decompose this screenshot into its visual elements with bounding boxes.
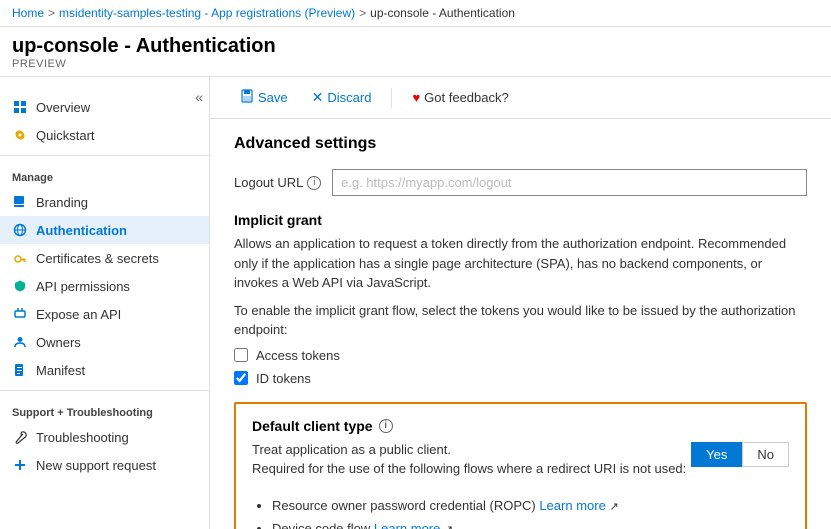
sidebar-certificates-label: Certificates & secrets <box>36 251 159 266</box>
globe-icon <box>12 222 28 238</box>
main-content: Save ✕ Discard ♥ Got feedback? Advanced … <box>210 77 831 529</box>
implicit-grant-desc2: To enable the implicit grant flow, selec… <box>234 301 807 340</box>
sidebar-support-label: Support + Troubleshooting <box>0 397 209 423</box>
sidebar-quickstart-label: Quickstart <box>36 128 95 143</box>
sidebar-item-manifest[interactable]: Manifest <box>0 356 209 384</box>
heart-icon: ♥ <box>412 90 420 105</box>
list-item: Device code flow Learn more ↗ <box>272 519 789 529</box>
ropc-link-icon: ↗ <box>609 501 618 513</box>
feedback-label: Got feedback? <box>424 90 509 105</box>
sidebar-item-new-support[interactable]: New support request <box>0 451 209 479</box>
access-tokens-label[interactable]: Access tokens <box>256 348 340 363</box>
content-area: Advanced settings Logout URL i Implicit … <box>210 119 831 529</box>
toolbar: Save ✕ Discard ♥ Got feedback? <box>210 77 831 119</box>
save-button[interactable]: Save <box>230 85 298 110</box>
access-tokens-row: Access tokens <box>234 348 807 363</box>
sidebar-owners-label: Owners <box>36 335 81 350</box>
dct-main-row: Treat application as a public client. Re… <box>252 442 789 486</box>
save-label: Save <box>258 90 288 105</box>
dct-title: Default client type i <box>252 418 789 434</box>
sidebar-divider-1 <box>0 155 209 156</box>
sidebar-item-branding[interactable]: Branding <box>0 188 209 216</box>
sidebar-item-api-permissions[interactable]: API permissions <box>0 272 209 300</box>
rocket-icon <box>12 127 28 143</box>
sidebar-expose-api-label: Expose an API <box>36 307 121 322</box>
save-icon <box>240 89 254 106</box>
sidebar-item-authentication[interactable]: Authentication <box>0 216 209 244</box>
dct-list: Resource owner password credential (ROPC… <box>252 496 789 529</box>
logout-url-input[interactable] <box>332 169 807 196</box>
grid-icon <box>12 99 28 115</box>
sidebar-collapse-btn[interactable]: « <box>189 87 209 107</box>
plus-icon <box>12 457 28 473</box>
list-item: Resource owner password credential (ROPC… <box>272 496 789 516</box>
sidebar-troubleshooting-label: Troubleshooting <box>36 430 129 445</box>
implicit-grant-title: Implicit grant <box>234 212 807 228</box>
tag-icon <box>12 194 28 210</box>
breadcrumb-app-reg[interactable]: msidentity-samples-testing - App registr… <box>59 6 355 20</box>
sidebar-authentication-label: Authentication <box>36 223 127 238</box>
logout-url-row: Logout URL i <box>234 169 807 196</box>
sidebar-item-owners[interactable]: Owners <box>0 328 209 356</box>
sidebar-api-permissions-label: API permissions <box>36 279 130 294</box>
person-icon <box>12 334 28 350</box>
logout-info-icon[interactable]: i <box>307 176 321 190</box>
device-code-learn-more-link[interactable]: Learn more <box>374 521 440 529</box>
sidebar-overview-label: Overview <box>36 100 90 115</box>
dct-text: Treat application as a public client. Re… <box>252 442 691 486</box>
sidebar-divider-2 <box>0 390 209 391</box>
discard-icon: ✕ <box>312 89 324 106</box>
implicit-grant-section: Implicit grant Allows an application to … <box>234 212 807 386</box>
key-icon <box>12 250 28 266</box>
shield-icon <box>12 278 28 294</box>
toolbar-separator <box>391 88 392 108</box>
sidebar-branding-label: Branding <box>36 195 88 210</box>
sidebar: « Overview Quickstart <box>0 77 210 529</box>
wrench-icon <box>12 429 28 445</box>
feedback-button[interactable]: ♥ Got feedback? <box>402 86 518 109</box>
dct-info-icon[interactable]: i <box>379 419 393 433</box>
advanced-settings-title: Advanced settings <box>234 135 807 153</box>
page-header: up-console - Authentication PREVIEW <box>0 27 831 77</box>
sidebar-manifest-label: Manifest <box>36 363 85 378</box>
implicit-grant-desc1: Allows an application to request a token… <box>234 234 807 293</box>
logout-url-label: Logout URL i <box>234 175 324 190</box>
dct-toggle: Yes No <box>691 442 789 467</box>
dct-desc: Treat application as a public client. <box>252 442 691 457</box>
dct-no-button[interactable]: No <box>742 442 789 467</box>
sidebar-item-certificates[interactable]: Certificates & secrets <box>0 244 209 272</box>
sidebar-manage-label: Manage <box>0 162 209 188</box>
dct-desc-sub: Required for the use of the following fl… <box>252 461 691 476</box>
access-tokens-checkbox[interactable] <box>234 348 248 362</box>
ropc-learn-more-link[interactable]: Learn more <box>539 498 605 513</box>
sidebar-item-expose-api[interactable]: Expose an API <box>0 300 209 328</box>
breadcrumb-current: up-console - Authentication <box>370 6 515 20</box>
manifest-icon <box>12 362 28 378</box>
page-subtitle: PREVIEW <box>12 58 819 70</box>
api-icon <box>12 306 28 322</box>
breadcrumb: Home > msidentity-samples-testing - App … <box>0 0 831 27</box>
sidebar-item-quickstart[interactable]: Quickstart <box>0 121 209 149</box>
id-tokens-label[interactable]: ID tokens <box>256 371 311 386</box>
device-code-link-icon: ↗ <box>444 524 453 529</box>
default-client-type-box: Default client type i Treat application … <box>234 402 807 529</box>
discard-button[interactable]: ✕ Discard <box>302 85 382 110</box>
discard-label: Discard <box>327 90 371 105</box>
sidebar-item-overview[interactable]: Overview <box>0 93 209 121</box>
breadcrumb-home[interactable]: Home <box>12 6 44 20</box>
id-tokens-checkbox[interactable] <box>234 371 248 385</box>
sidebar-new-support-label: New support request <box>36 458 156 473</box>
sidebar-item-troubleshooting[interactable]: Troubleshooting <box>0 423 209 451</box>
page-title: up-console - Authentication <box>12 35 819 58</box>
id-tokens-row: ID tokens <box>234 371 807 386</box>
dct-yes-button[interactable]: Yes <box>691 442 742 467</box>
